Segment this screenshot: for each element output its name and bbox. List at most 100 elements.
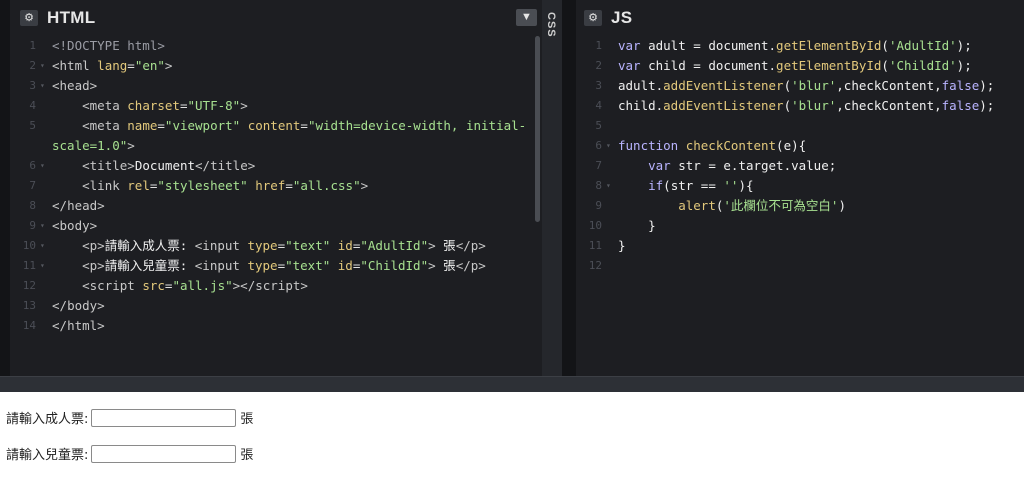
code-line[interactable]: 3 ▾ <head> [10,76,542,96]
code-line[interactable]: 11 ▾ <p>請輸入兒童票: <input type="text" id="Ch… [10,256,542,276]
code-token: '此欄位不可為空白' [723,198,839,213]
line-number: 4 [595,99,602,112]
code-line[interactable]: 3 adult.addEventListener('blur',checkCont… [576,76,1024,96]
gear-icon[interactable]: ⚙ [20,10,38,26]
code-token: (str == [663,178,724,193]
html-code-editor[interactable]: 1 <!DOCTYPE html> 2 ▾ <html lang="en"> 3 ▾ <hea… [10,36,542,336]
code-token: str = e.target.value; [678,158,837,173]
code-token: title [210,158,248,173]
code-text: child.addEventListener('blur',checkConte… [618,96,994,116]
panel-resize-gutter[interactable] [562,0,576,376]
code-token: html [67,318,98,333]
code-token: 'blur' [791,98,837,113]
line-number: 8 [595,179,602,192]
code-token: '' [723,178,739,193]
code-token: head [59,78,90,93]
js-code-editor[interactable]: 1 var adult = document.getElementById('Ad… [576,36,1024,276]
fold-arrow-icon[interactable]: ▾ [40,216,45,236]
code-text: <meta name="viewport" content="width=dev… [52,116,526,136]
fold-arrow-icon[interactable]: ▾ [606,176,611,196]
code-line[interactable]: scale=1.0"> [10,136,542,156]
code-line[interactable]: 7 var str = e.target.value; [576,156,1024,176]
code-token: title [89,158,128,173]
line-number: 14 [22,319,36,332]
gear-icon[interactable]: ⚙ [584,10,602,26]
code-text: <p>請輸入兒童票: <input type="text" id="ChildI… [52,256,486,276]
code-token: > [127,138,135,153]
result-resize-bar[interactable] [0,376,1024,392]
code-text: </html> [52,316,105,336]
code-token: 'AdultId' [888,38,957,53]
fold-arrow-icon[interactable]: ▾ [40,156,45,176]
fold-arrow-icon[interactable]: ▾ [606,136,611,156]
code-token: 'blur' [791,78,837,93]
adult-ticket-unit: 張 [240,412,254,427]
code-line[interactable]: 10 ▾ <p>請輸入成人票: <input type="text" id="Ad… [10,236,542,256]
code-token: input [202,238,248,253]
code-token: input [202,258,248,273]
fold-arrow-icon[interactable]: ▾ [40,76,45,96]
code-line[interactable]: 14 </html> [10,316,542,336]
code-token: Document [134,158,196,173]
code-line[interactable]: 2 ▾ <html lang="en"> [10,56,542,76]
code-token: </ [455,258,471,273]
html-editor-scrollbar[interactable] [535,36,540,222]
code-line[interactable]: 8 </head> [10,196,542,216]
code-token: > [89,78,98,93]
code-token: < [52,78,60,93]
code-token: ) [838,198,846,213]
code-line[interactable]: 4 <meta charset="UTF-8"> [10,96,542,116]
code-token: false [941,98,980,113]
code-line[interactable]: 9 alert('此欄位不可為空白') [576,196,1024,216]
code-line[interactable]: 12 [576,256,1024,276]
line-number: 9 [595,199,602,212]
code-token: > [428,238,444,253]
code-text: var str = e.target.value; [618,156,836,176]
fold-arrow-icon[interactable]: ▾ [40,256,45,276]
code-token: ); [956,38,972,53]
code-token: (e){ [776,138,807,153]
adult-ticket-input[interactable] [91,408,237,427]
code-token: > [127,158,135,173]
css-collapsed-panel[interactable]: CSS [542,0,562,376]
code-line[interactable]: 1 <!DOCTYPE html> [10,36,542,56]
code-token: meta [89,118,128,133]
code-line[interactable]: 12 <script src="all.js"></script> [10,276,542,296]
code-line[interactable]: 9 ▾ <body> [10,216,542,236]
chevron-down-icon[interactable]: ▼ [516,9,537,26]
child-ticket-input[interactable] [91,444,237,463]
code-token: scale=1.0" [52,138,128,153]
code-token: type [247,238,278,253]
code-line[interactable]: 11} [576,236,1024,256]
fold-arrow-icon[interactable]: ▾ [40,236,45,256]
code-text: function checkContent(e){ [618,136,806,156]
code-token: adult = document. [648,38,777,53]
code-line[interactable]: 1 var adult = document.getElementById('Ad… [576,36,1024,56]
code-line[interactable]: 6 ▾ <title>Document</title> [10,156,542,176]
code-token: "text" [285,258,338,273]
code-text: <body> [52,216,97,236]
code-line[interactable]: 8 ▾ if(str == ''){ [576,176,1024,196]
code-line[interactable]: 10 } [576,216,1024,236]
line-number: 3 [595,79,602,92]
code-token: body [59,218,90,233]
code-line[interactable]: 7 <link rel="stylesheet" href="all.css"> [10,176,542,196]
code-token: = [179,98,188,113]
code-token: } [618,238,626,253]
code-line[interactable]: 5 <meta name="viewport" content="width=d… [10,116,542,136]
code-text: alert('此欄位不可為空白') [618,196,846,216]
code-line[interactable]: 6 ▾ function checkContent(e){ [576,136,1024,156]
code-text: <html lang="en"> [52,56,172,76]
code-text: <p>請輸入成人票: <input type="text" id="AdultI… [52,236,486,256]
code-line[interactable]: 13 </body> [10,296,542,316]
code-token: > [164,58,173,73]
code-line[interactable]: 4 child.addEventListener('blur',checkCont… [576,96,1024,116]
code-line[interactable]: 5 [576,116,1024,136]
code-line[interactable]: 2 var child = document.getElementById('Ch… [576,56,1024,76]
html-panel-title: HTML [47,8,96,27]
code-token: > [428,258,444,273]
fold-arrow-icon[interactable]: ▾ [40,56,45,76]
code-token: html [59,58,98,73]
